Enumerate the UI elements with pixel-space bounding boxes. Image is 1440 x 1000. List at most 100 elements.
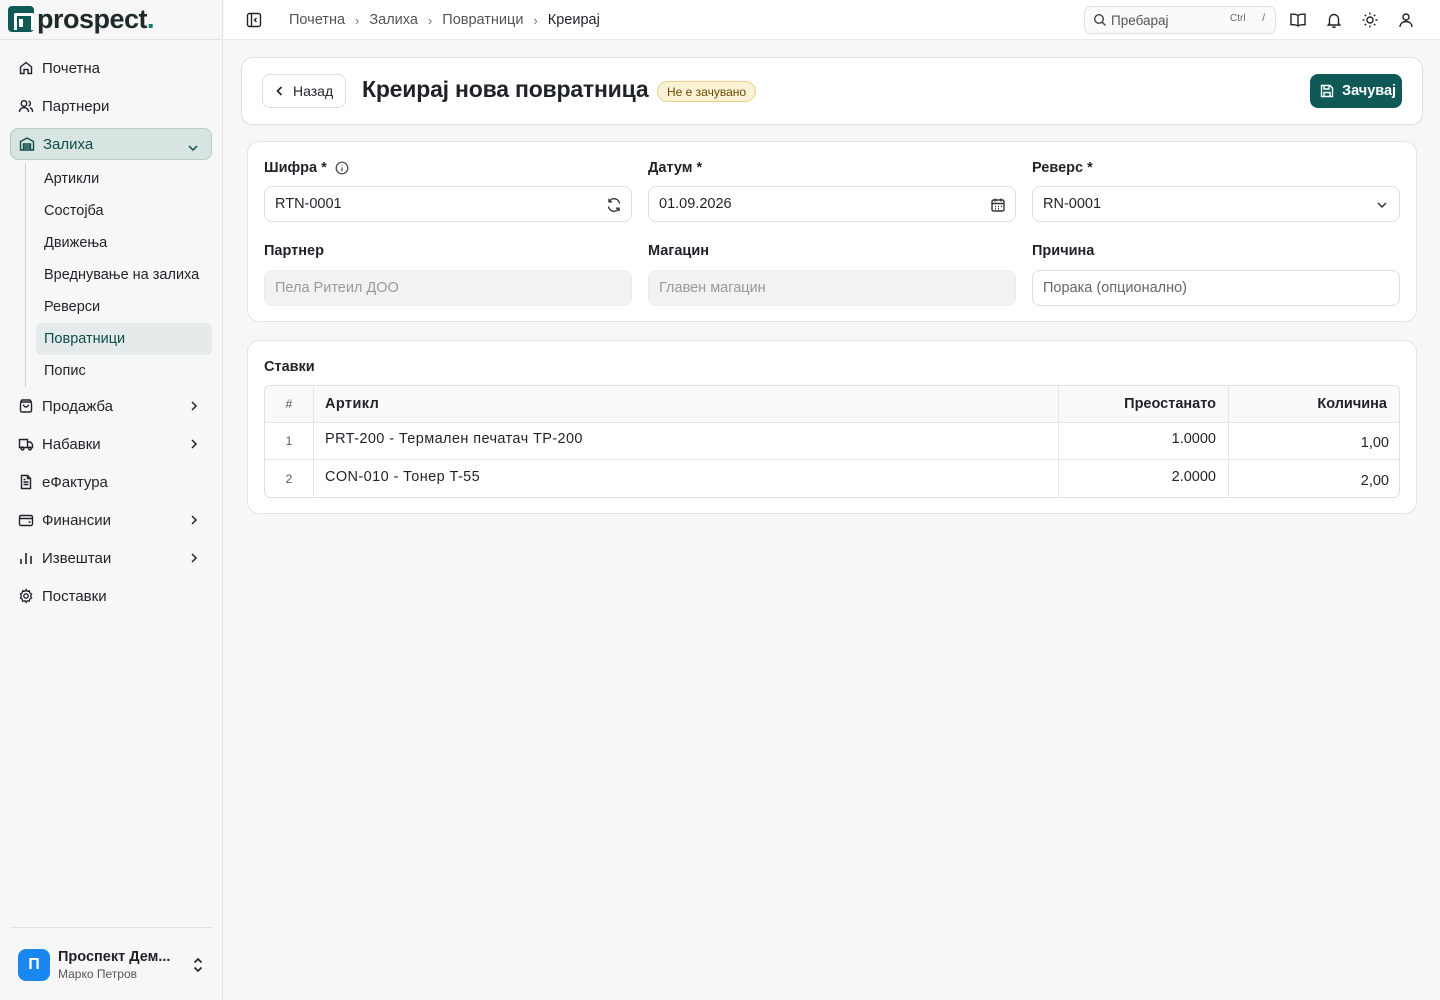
sidebar-subitem-articles[interactable]: Артикли [36, 163, 212, 195]
sidebar-item-purchases[interactable]: Набавки [10, 425, 212, 463]
column-header-quantity: Количина [1317, 396, 1387, 412]
sidebar-item-label: еФактура [42, 473, 108, 491]
sidebar-item-einvoice[interactable]: еФактура [10, 463, 212, 501]
sidebar-item-label: Извештаи [42, 549, 112, 567]
sidebar-subitem-label: Состојба [44, 203, 104, 219]
chevron-right-icon [186, 436, 202, 452]
user-divider [10, 927, 212, 928]
logo-mark-icon [8, 6, 34, 32]
sidebar-item-partners[interactable]: Партнери [10, 87, 212, 125]
bar-chart-icon [18, 550, 34, 566]
code-label-text: Шифра * [264, 160, 327, 176]
search-shortcut-slash: / [1262, 13, 1265, 24]
date-value: 01.09.2026 [659, 196, 732, 212]
row-article: PRT-200 - Термален печатач TP-200 [314, 423, 1059, 459]
sidebar-subitem-label: Движења [44, 235, 108, 251]
sidebar-subitem-returns[interactable]: Повратници [36, 323, 212, 355]
sidebar-subitem-movements[interactable]: Движења [36, 227, 212, 259]
breadcrumb-returns[interactable]: Повратници [442, 12, 523, 28]
chevron-right-icon: › [533, 12, 538, 28]
code-field[interactable]: RTN-0001 [264, 186, 632, 222]
chevron-right-icon [186, 512, 202, 528]
refresh-icon[interactable] [606, 197, 622, 213]
sidebar-subitem-reverses[interactable]: Реверси [36, 291, 212, 323]
logo[interactable]: prospect. [8, 3, 155, 34]
user-switcher[interactable]: П Проспект Дем... Марко Петров [18, 948, 213, 982]
back-button-label: Назад [293, 83, 334, 99]
breadcrumb-inventory[interactable]: Залиха [369, 12, 418, 28]
chevron-down-icon [185, 140, 201, 156]
chevron-right-icon: › [427, 12, 433, 28]
sidebar-subitem-label: Реверси [44, 299, 101, 315]
chevron-left-icon [273, 84, 287, 98]
truck-icon [18, 436, 34, 452]
items-table: # Артикл Преостанато Количина 1 PRT-200 … [264, 385, 1400, 498]
chevron-right-icon: › [355, 12, 360, 28]
sidebar-item-settings[interactable]: Поставки [10, 577, 212, 615]
search-input[interactable]: Пребарај Ctrl / [1084, 6, 1276, 34]
table-row: 2 CON-010 - Тонер T-55 2.0000 2,00 [265, 460, 1399, 497]
sidebar-toggle-icon[interactable] [246, 12, 262, 28]
breadcrumb-home[interactable]: Почетна [289, 12, 345, 28]
row-quantity-input[interactable]: 1,00 [1229, 423, 1399, 459]
reverse-value: RN-0001 [1043, 196, 1102, 212]
sidebar-item-reports[interactable]: Извештаи [10, 539, 212, 577]
sun-icon[interactable] [1361, 11, 1379, 29]
column-header-article: Артикл [314, 386, 1059, 422]
row-num: 1 [265, 423, 314, 459]
sidebar-item-finance[interactable]: Финансии [10, 501, 212, 539]
reverse-select[interactable]: RN-0001 [1032, 186, 1400, 222]
row-remaining: 2.0000 [1059, 460, 1229, 497]
row-remaining: 1.0000 [1059, 423, 1229, 459]
sidebar-subitem-label: Повратници [44, 331, 126, 347]
row-num: 2 [265, 460, 314, 497]
gear-icon [18, 588, 34, 604]
warehouse-label: Магацин [648, 243, 710, 259]
avatar: П [18, 949, 50, 981]
users-icon [18, 98, 34, 114]
date-field[interactable]: 01.09.2026 [648, 186, 1016, 222]
status-badge: Не е зачувано [657, 81, 757, 102]
sidebar-item-label: Финансии [42, 511, 111, 529]
book-icon[interactable] [1289, 11, 1307, 29]
code-label: Шифра * [264, 160, 349, 176]
save-icon [1320, 84, 1334, 98]
back-button[interactable]: Назад [262, 74, 346, 108]
logo-text: prospect [37, 3, 148, 34]
info-icon[interactable] [335, 161, 349, 175]
search-icon [1093, 13, 1107, 27]
file-text-icon [18, 474, 34, 490]
sidebar-divider [0, 39, 222, 40]
reverse-label: Реверс * [1032, 160, 1093, 176]
page-header: Назад Креирај нова повратница Не е зачув… [241, 57, 1423, 125]
save-button[interactable]: Зачувај [1310, 74, 1402, 108]
user-company-name: Проспект Дем... [58, 949, 171, 965]
user-name: Марко Петров [58, 967, 137, 981]
warehouse-value: Главен магацин [659, 280, 766, 296]
sidebar-item-label: Продажба [42, 397, 114, 415]
sidebar-item-home[interactable]: Почетна [10, 49, 212, 87]
sidebar-subitem-stock[interactable]: Состојба [36, 195, 212, 227]
sidebar-subitem-census[interactable]: Попис [36, 355, 212, 387]
calendar-icon[interactable] [990, 197, 1006, 213]
inventory-submenu: Артикли Состојба Движења Вреднување на з… [25, 163, 212, 387]
chevron-right-icon [186, 550, 202, 566]
search-placeholder: Пребарај [1111, 12, 1169, 28]
sidebar-item-label: Набавки [42, 435, 101, 453]
sidebar-subitem-valuation[interactable]: Вреднување на залиха [36, 259, 212, 291]
warehouse-field: Главен магацин [648, 270, 1016, 306]
reason-input[interactable]: Порака (опционално) [1032, 270, 1400, 306]
search-shortcut-ctrl: Ctrl [1229, 13, 1246, 24]
logo-dot: . [147, 3, 155, 34]
reason-label: Причина [1032, 243, 1095, 259]
sidebar-item-label: Поставки [42, 587, 107, 605]
bell-icon[interactable] [1325, 11, 1343, 29]
row-quantity-input[interactable]: 2,00 [1229, 460, 1399, 497]
sidebar-subitem-label: Вреднување на залиха [44, 267, 200, 283]
sidebar-item-sales[interactable]: Продажба [10, 387, 212, 425]
wallet-icon [18, 512, 34, 528]
topbar: Почетна › Залиха › Повратници › Креирај … [224, 0, 1440, 40]
user-icon[interactable] [1397, 11, 1415, 29]
sidebar-item-inventory[interactable]: Залиха [10, 128, 212, 160]
return-form: Шифра * RTN-0001 Датум * 01.09.2026 Реве… [247, 141, 1417, 322]
